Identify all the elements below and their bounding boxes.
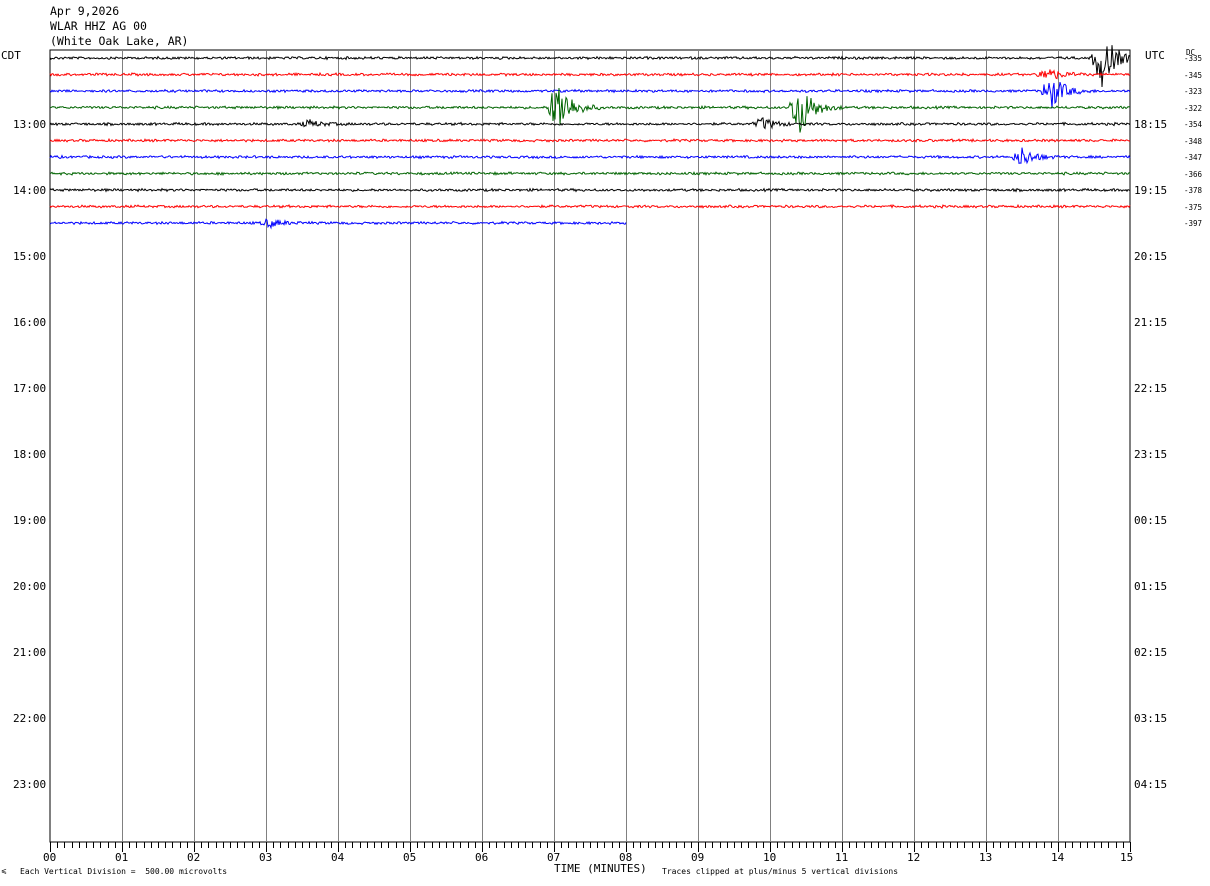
left-timezone-label: CDT [1,49,21,62]
corner-mark: ⩽ [1,867,7,875]
x-tick-label: 10 [763,851,777,864]
seismic-trace-row [49,87,1131,133]
right-hour-label: 18:15 [1134,118,1168,131]
dc-offset-label: -354 [1184,120,1203,129]
right-hour-label: 01:15 [1134,580,1168,593]
clipping-note: Traces clipped at plus/minus 5 vertical … [662,867,899,876]
right-hour-label: 20:15 [1134,250,1168,263]
minute-gridlines [122,50,1059,842]
dc-offset-label: -335 [1184,54,1203,63]
seismic-trace-row [49,203,1131,209]
left-hour-label: 20:00 [13,580,47,593]
seismic-trace-row [50,171,1131,176]
x-tick-label: 11 [835,851,849,864]
dc-offset-label: -322 [1184,103,1203,113]
left-hour-label: 14:00 [13,184,47,197]
left-hour-label: 16:00 [13,316,47,329]
dc-offset-label: -323 [1184,87,1203,96]
right-timezone-label: UTC [1145,49,1165,62]
right-hour-label: 22:15 [1134,382,1168,395]
dc-offset-label: -397 [1184,219,1203,228]
station-code: WLAR HHZ AG 00 [50,19,147,33]
left-hour-label: 17:00 [13,382,47,395]
left-hour-label: 13:00 [13,118,47,131]
helicorder-plot [49,45,1131,852]
x-tick-label: 13 [979,851,993,864]
x-tick-label: 06 [475,851,489,864]
right-hour-label: 00:15 [1134,514,1168,527]
x-tick-label: 02 [187,851,201,864]
x-tick-label: 15 [1120,851,1134,864]
plot-frame [49,49,1131,843]
x-tick-label: 05 [403,851,417,864]
seismic-traces [49,45,1131,230]
dc-offset-label: -347 [1184,153,1203,162]
right-hour-label: 02:15 [1134,646,1168,659]
left-hour-label: 23:00 [13,778,47,791]
x-tick-label: 03 [259,851,273,864]
dc-offset-label: -366 [1184,169,1203,179]
station-location: (White Oak Lake, AR) [50,34,189,48]
dc-offset-label: -348 [1184,136,1203,146]
right-hour-label: 23:15 [1134,448,1168,461]
seismic-trace-row [49,81,1131,109]
x-tick-label: 00 [43,851,57,864]
record-date: Apr 9,2026 [50,4,120,18]
dc-offset-label: -345 [1184,70,1203,80]
vertical-division-note: Each Vertical Division = 500.00 microvol… [20,867,228,876]
x-tick-label: 09 [691,851,705,864]
x-axis-title: TIME (MINUTES) [554,862,647,875]
right-hour-label: 19:15 [1134,184,1168,197]
x-axis-ticks [50,842,1131,852]
seismic-trace-row [49,69,1131,80]
right-hour-label: 04:15 [1134,778,1168,791]
right-hour-label: 21:15 [1134,316,1168,329]
dc-offset-label: -375 [1184,202,1203,212]
x-tick-label: 04 [331,851,345,864]
left-hour-label: 19:00 [13,514,47,527]
seismic-trace-row [49,187,1131,193]
seismic-trace-row [49,137,1131,143]
left-hour-label: 15:00 [13,250,47,263]
x-tick-label: 14 [1051,851,1065,864]
left-hour-label: 21:00 [13,646,47,659]
dc-offset-label: -378 [1184,186,1203,195]
seismic-trace-row [49,117,1131,130]
seismic-trace-row [49,147,1131,165]
x-tick-label: 12 [907,851,921,864]
x-tick-label: 01 [115,851,129,864]
left-hour-label: 18:00 [13,448,47,461]
right-hour-label: 03:15 [1134,712,1168,725]
seismic-trace-row [49,45,1131,88]
left-hour-label: 22:00 [13,712,47,725]
